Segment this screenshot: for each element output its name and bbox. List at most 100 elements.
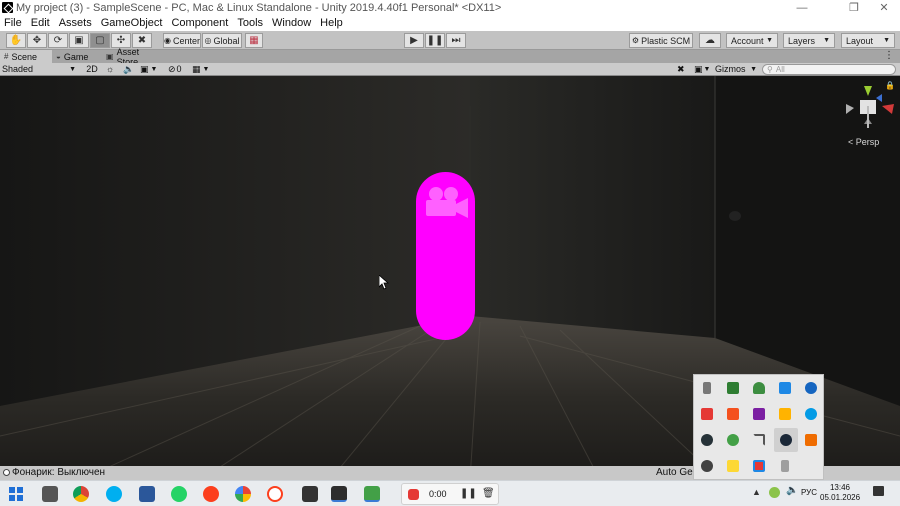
pause-button[interactable]: ❚❚ — [425, 33, 445, 48]
grid-snap-icon: ▦ — [249, 34, 259, 46]
recorder-time: 0:00 — [429, 489, 447, 499]
menu-tools[interactable]: Tools — [237, 17, 263, 29]
pivot-center-button[interactable]: ◉ Center — [163, 33, 201, 48]
scale-tool-button[interactable]: ▣ — [69, 33, 89, 48]
menu-component[interactable]: Component — [171, 17, 228, 29]
tab-game[interactable]: ◒ Game — [52, 50, 98, 63]
pacman-icon: ◒ — [56, 52, 61, 61]
word-icon[interactable] — [139, 486, 155, 502]
cloud-button[interactable]: ☁ — [699, 33, 721, 48]
projection-label[interactable]: < Persp — [848, 137, 879, 147]
pen-icon[interactable] — [781, 460, 789, 472]
rect-tool-button[interactable]: ▢ — [90, 33, 110, 48]
office-icon[interactable] — [727, 408, 739, 420]
layout-dropdown[interactable]: Layout ▼ — [841, 33, 895, 48]
space-global-button[interactable]: ◎ Global — [202, 33, 242, 48]
pause-icon[interactable]: ❚❚ — [460, 488, 477, 499]
hand-tool-button[interactable]: ✋ — [6, 33, 26, 48]
onenote-icon[interactable] — [753, 408, 765, 420]
obs-icon[interactable] — [701, 434, 713, 446]
shield-icon[interactable] — [753, 382, 765, 394]
transform-icon: ✣ — [116, 34, 126, 46]
gizmos-label: Gizmos — [715, 64, 746, 74]
pause-icon: ❚❚ — [426, 34, 444, 46]
search-placeholder: All — [775, 65, 785, 74]
trash-icon[interactable]: 🗑 — [482, 488, 495, 499]
snip-icon[interactable] — [779, 382, 791, 394]
wifi-icon[interactable] — [753, 434, 765, 446]
grid-snap-button[interactable]: ▦ — [245, 33, 263, 48]
screen-recorder-widget: 0:00 ❚❚ 🗑 — [401, 483, 499, 505]
windows-start-icon[interactable] — [8, 486, 24, 502]
scene-search-input[interactable]: ⚲ All — [762, 64, 896, 75]
draw-mode-dropdown[interactable]: Shaded ▼ — [2, 63, 78, 75]
game-app-icon[interactable] — [364, 486, 380, 502]
play-button[interactable]: ▶ — [404, 33, 424, 48]
steam-icon[interactable] — [780, 434, 792, 446]
orange-app-icon[interactable] — [805, 434, 817, 446]
effects-icon: ▣ — [140, 63, 149, 74]
gizmos-dropdown[interactable]: Gizmos ▼ — [715, 63, 757, 75]
lock-icon[interactable]: 🔒 — [885, 81, 895, 90]
notification-icon[interactable] — [873, 486, 884, 496]
language-indicator[interactable]: РУС — [801, 488, 817, 497]
record-stop-icon[interactable] — [408, 489, 419, 500]
usb-icon[interactable] — [703, 382, 711, 394]
restore-icon[interactable]: ❐ — [840, 0, 868, 15]
spotify-icon[interactable] — [727, 434, 739, 446]
audio-toggle[interactable]: 🔈 — [123, 63, 135, 75]
space-label: Global — [213, 35, 240, 46]
app-red-icon[interactable] — [701, 408, 713, 420]
rotate-tool-button[interactable]: ⟳ — [48, 33, 68, 48]
photos-icon[interactable] — [235, 486, 251, 502]
whatsapp-icon[interactable] — [171, 486, 187, 502]
pivot-icon: ◉ — [164, 36, 171, 45]
unity-hub-icon[interactable] — [302, 486, 318, 502]
tab-asset-store[interactable]: ▣ Asset Store — [102, 47, 166, 67]
menu-window[interactable]: Window — [272, 17, 311, 29]
plastic-label: Plastic SCM — [641, 35, 691, 46]
menu-edit[interactable]: Edit — [31, 17, 50, 29]
yandex-browser-icon[interactable] — [267, 486, 283, 502]
tools-button[interactable]: ✖ — [677, 63, 689, 75]
plastic-scm-button[interactable]: ⚙ Plastic SCM — [629, 33, 693, 48]
lighting-toggle[interactable]: ☼ — [106, 63, 118, 75]
2d-toggle[interactable]: 2D — [86, 63, 98, 75]
hidden-objects-toggle[interactable]: ⊘ 0 — [168, 63, 190, 75]
effects-dropdown[interactable]: ▣ ▼ — [140, 63, 162, 75]
layout-label: Layout — [846, 35, 874, 46]
capture-icon[interactable] — [753, 460, 765, 472]
grid-dropdown[interactable]: ▦ ▼ — [192, 63, 216, 75]
minimize-icon[interactable]: — — [788, 0, 816, 15]
orientation-gizmo-icon[interactable] — [842, 84, 894, 136]
camera-dropdown[interactable]: ▣ ▼ — [694, 63, 712, 75]
calculator-icon[interactable] — [42, 486, 58, 502]
tray-chevron-up-icon[interactable]: ▲ — [752, 487, 761, 497]
browser-icon[interactable] — [805, 382, 817, 394]
layers-dropdown[interactable]: Layers ▼ — [783, 33, 835, 48]
camera-app-icon[interactable] — [701, 460, 713, 472]
eye-slash-icon: ⊘ — [168, 63, 176, 74]
account-dropdown[interactable]: Account ▼ — [726, 33, 778, 48]
edge-icon[interactable] — [805, 408, 817, 420]
unity-editor-icon[interactable] — [331, 486, 347, 502]
menu-gameobject[interactable]: GameObject — [101, 17, 163, 29]
menu-file[interactable]: File — [4, 17, 22, 29]
menu-assets[interactable]: Assets — [59, 17, 92, 29]
volume-icon[interactable]: 🔈 — [786, 485, 798, 496]
tab-scene[interactable]: # Scene — [0, 50, 52, 63]
yellow-app-icon[interactable] — [727, 460, 739, 472]
status-message[interactable]: Фонарик: Выключен — [12, 467, 105, 478]
clock[interactable]: 13:46 05.01.2026 — [820, 483, 860, 503]
skype-icon[interactable] — [106, 486, 122, 502]
close-icon[interactable]: ✕ — [870, 0, 898, 15]
chrome-icon[interactable] — [73, 486, 89, 502]
step-button[interactable]: ⏭ — [446, 33, 466, 48]
layers-app-icon[interactable] — [779, 408, 791, 420]
move-tool-button[interactable]: ✥ — [27, 33, 47, 48]
more-options-icon[interactable]: ⋮ — [884, 50, 894, 61]
nvidia-icon[interactable] — [727, 382, 739, 394]
menu-help[interactable]: Help — [320, 17, 343, 29]
tray-app-icon[interactable] — [769, 487, 780, 498]
yandex-icon[interactable] — [203, 486, 219, 502]
